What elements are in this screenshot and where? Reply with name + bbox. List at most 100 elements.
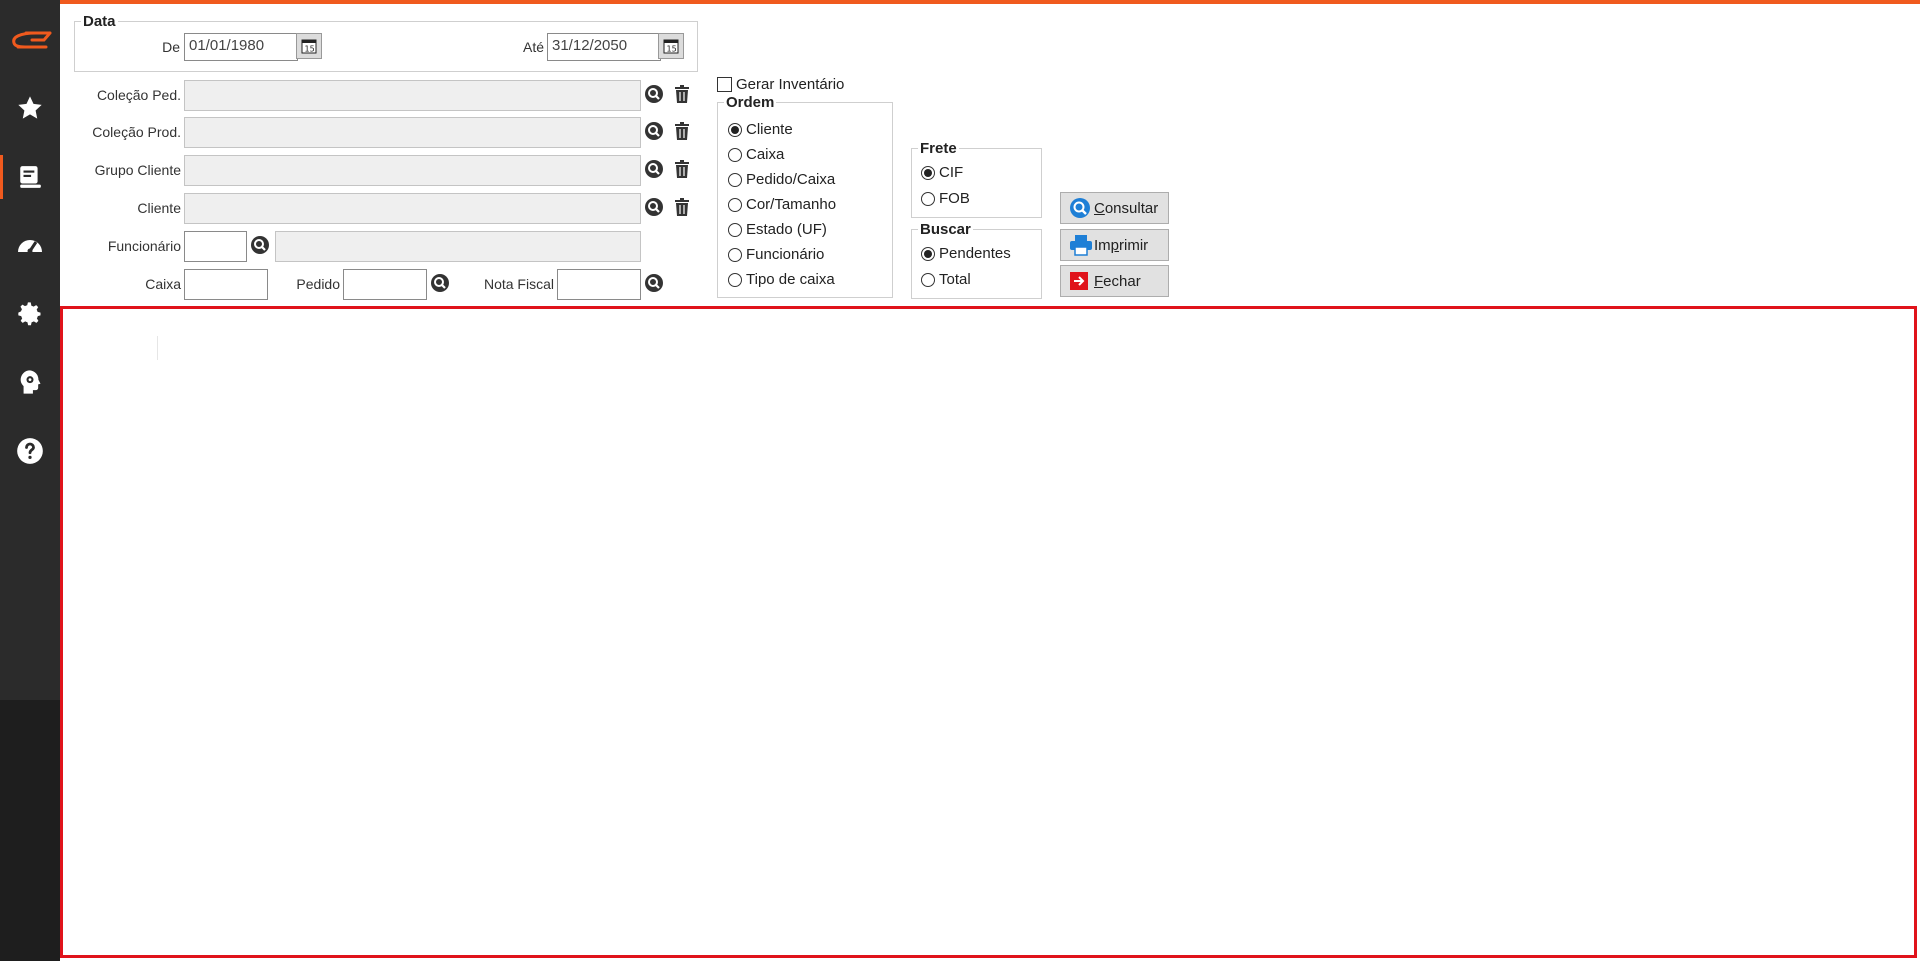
trash-icon: [675, 122, 689, 140]
sidebar-item-favorites[interactable]: [0, 88, 60, 128]
caixa-label: Caixa: [145, 276, 181, 292]
radio-button[interactable]: [921, 191, 935, 206]
search-icon: [645, 122, 663, 140]
grupo-cliente-clear-button[interactable]: [672, 159, 692, 179]
caixa-input[interactable]: [184, 269, 268, 300]
consultar-button[interactable]: Consultar: [1060, 192, 1169, 224]
grupo-cliente-field[interactable]: [184, 155, 641, 186]
frete-title: Frete: [920, 140, 957, 157]
buscar-title: Buscar: [920, 221, 971, 238]
ordem-radio-6[interactable]: Tipo de caixa: [728, 271, 835, 288]
radio-button[interactable]: [728, 122, 742, 137]
radio-selected-dot: [924, 249, 932, 258]
ordem-option-label: Caixa: [746, 146, 785, 163]
grid-column-divider: [157, 336, 158, 360]
app-logo[interactable]: [0, 20, 60, 60]
search-icon: [1070, 198, 1090, 218]
colecao-prod-label: Coleção Prod.: [92, 124, 181, 140]
colecao-ped-search-button[interactable]: [644, 84, 664, 104]
search-icon: [645, 160, 663, 178]
sidebar-item-settings[interactable]: [0, 294, 60, 334]
trash-icon: [675, 198, 689, 216]
checkbox-box[interactable]: [717, 77, 732, 92]
gerar-inventario-label: Gerar Inventário: [736, 76, 845, 93]
date-from-input[interactable]: 01/01/1980: [184, 33, 298, 61]
frete-radio-0[interactable]: CIF: [921, 164, 963, 181]
radio-selected-dot: [731, 125, 739, 134]
ordem-option-label: Funcionário: [746, 246, 825, 263]
trash-icon: [675, 85, 689, 103]
frete-radio-1[interactable]: FOB: [921, 190, 970, 207]
date-from-calendar-button[interactable]: 15: [296, 33, 322, 59]
consultar-label: Consultar: [1094, 199, 1159, 217]
nota-fiscal-search-button[interactable]: [644, 273, 664, 293]
search-icon: [251, 236, 269, 254]
colecao-prod-field[interactable]: [184, 117, 641, 148]
imprimir-label: Imprimir: [1094, 236, 1149, 254]
gerar-inventario-checkbox[interactable]: Gerar Inventário: [717, 76, 844, 93]
funcionario-code-input[interactable]: [184, 231, 247, 262]
help-icon: [17, 438, 43, 464]
grupo-cliente-label: Grupo Cliente: [94, 162, 181, 178]
radio-button[interactable]: [728, 272, 742, 287]
ordem-radio-5[interactable]: Funcionário: [728, 246, 824, 263]
nota-fiscal-label: Nota Fiscal: [483, 276, 554, 292]
ordem-radio-4[interactable]: Estado (UF): [728, 221, 827, 238]
results-grid[interactable]: [60, 306, 1917, 958]
cliente-label: Cliente: [137, 200, 181, 216]
ordem-radio-2[interactable]: Pedido/Caixa: [728, 171, 835, 188]
radio-button[interactable]: [728, 147, 742, 162]
sidebar-item-dashboard[interactable]: [0, 225, 60, 265]
sidebar-item-reports[interactable]: [0, 157, 60, 197]
brain-gear-icon: [20, 370, 41, 394]
pedido-input[interactable]: [343, 269, 427, 300]
sidebar-item-intelligence[interactable]: [0, 362, 60, 402]
pedido-label: Pedido: [296, 276, 340, 292]
colecao-ped-field[interactable]: [184, 80, 641, 111]
search-icon: [645, 198, 663, 216]
radio-button[interactable]: [921, 272, 935, 287]
sidebar-footer: [0, 700, 60, 961]
ordem-radio-3[interactable]: Cor/Tamanho: [728, 196, 836, 213]
colecao-prod-clear-button[interactable]: [672, 121, 692, 141]
svg-text:15: 15: [667, 45, 677, 54]
imprimir-button[interactable]: Imprimir: [1060, 229, 1169, 261]
radio-button[interactable]: [921, 165, 935, 180]
colecao-ped-label: Coleção Ped.: [96, 87, 181, 103]
date-to-calendar-button[interactable]: 15: [658, 33, 684, 59]
buscar-radio-1[interactable]: Total: [921, 271, 971, 288]
nota-fiscal-input[interactable]: [557, 269, 641, 300]
grupo-cliente-search-button[interactable]: [644, 159, 664, 179]
cliente-clear-button[interactable]: [672, 197, 692, 217]
date-to-label: Até: [522, 39, 544, 55]
ordem-radio-0[interactable]: Cliente: [728, 121, 793, 138]
ordem-option-label: Tipo de caixa: [746, 271, 835, 288]
radio-button[interactable]: [728, 172, 742, 187]
ordem-radio-1[interactable]: Caixa: [728, 146, 784, 163]
radio-selected-dot: [924, 168, 932, 177]
radio-button[interactable]: [921, 246, 935, 261]
ordem-option-label: Pedido/Caixa: [746, 171, 836, 188]
funcionario-search-button[interactable]: [250, 235, 270, 255]
search-icon: [645, 274, 663, 292]
radio-button[interactable]: [728, 197, 742, 212]
funcionario-label: Funcionário: [107, 238, 181, 254]
exit-icon: [1070, 272, 1088, 290]
sidebar-item-help[interactable]: [0, 431, 60, 471]
cliente-field[interactable]: [184, 193, 641, 224]
date-from-label: De: [162, 39, 180, 55]
ordem-option-label: Cliente: [746, 121, 793, 138]
radio-button[interactable]: [728, 247, 742, 262]
ordem-option-label: Cor/Tamanho: [746, 196, 837, 213]
pedido-search-button[interactable]: [430, 273, 450, 293]
cliente-search-button[interactable]: [644, 197, 664, 217]
radio-button[interactable]: [728, 222, 742, 237]
colecao-prod-search-button[interactable]: [644, 121, 664, 141]
top-accent-bar: [0, 0, 1920, 4]
trash-icon: [675, 160, 689, 178]
fechar-button[interactable]: Fechar: [1060, 265, 1169, 297]
buscar-radio-0[interactable]: Pendentes: [921, 245, 1011, 262]
frete-option-label: FOB: [939, 190, 970, 207]
colecao-ped-clear-button[interactable]: [672, 84, 692, 104]
date-to-input[interactable]: 31/12/2050: [547, 33, 661, 61]
